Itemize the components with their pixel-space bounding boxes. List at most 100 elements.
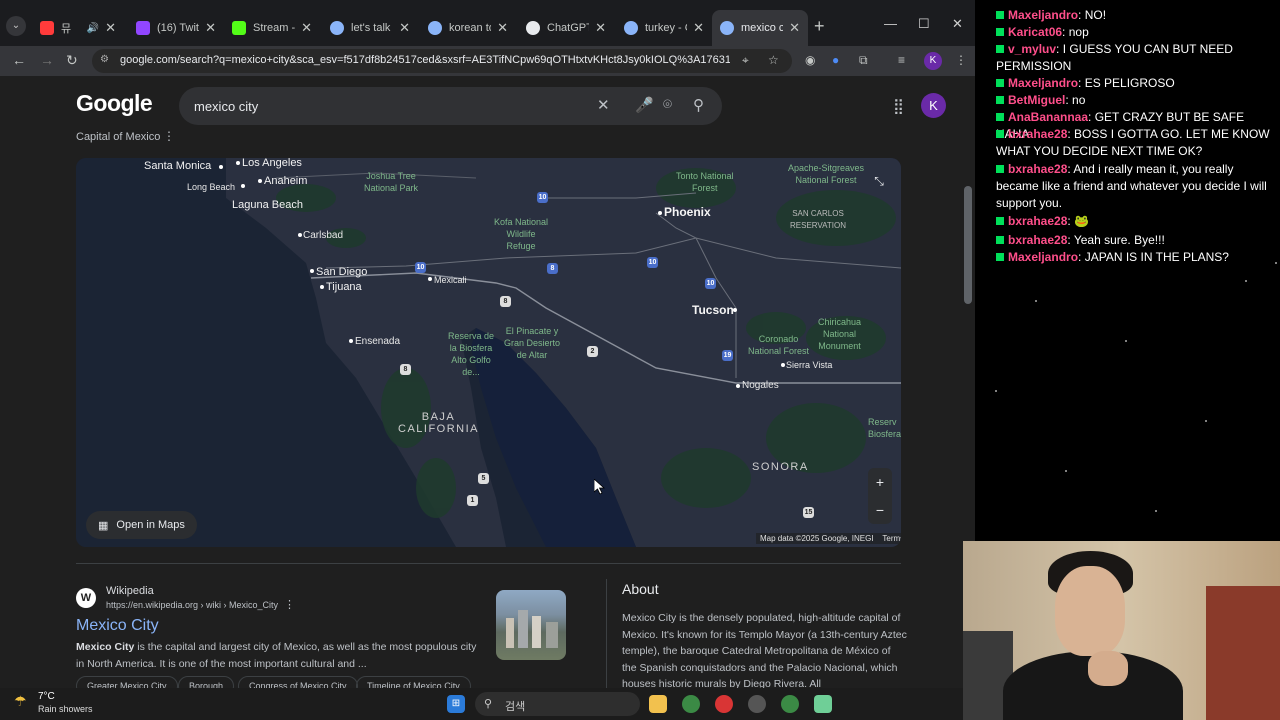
menu-icon[interactable]: ⋮ bbox=[955, 53, 967, 67]
chip[interactable]: Timeline of Mexico City bbox=[356, 676, 471, 688]
chat-username[interactable]: Maxeljandro bbox=[1008, 8, 1078, 22]
tab-google-1[interactable]: let's talk in ✕ bbox=[322, 10, 418, 46]
chat-message: bxrahae28: And i really mean it, you rea… bbox=[996, 162, 1267, 210]
speaker-icon[interactable]: 🔊 bbox=[87, 23, 99, 34]
site-info-icon[interactable]: ⚙ bbox=[100, 54, 112, 66]
extension-icon[interactable]: ● bbox=[832, 53, 839, 67]
open-in-maps-button[interactable]: ▦ Open in Maps bbox=[86, 511, 197, 539]
zoom-out-button[interactable]: − bbox=[868, 496, 892, 524]
camera-icon[interactable]: ◉ bbox=[805, 53, 815, 67]
start-icon[interactable]: ⊞ bbox=[447, 695, 465, 713]
building-shape bbox=[546, 622, 558, 648]
chat-message: Maxeljandro: NO! bbox=[996, 7, 1274, 24]
result-title-link[interactable]: Mexico City bbox=[76, 617, 159, 635]
bookmark-star-icon[interactable]: ☆ bbox=[768, 53, 779, 67]
result-url: https://en.wikipedia.org › wiki › Mexico… bbox=[106, 600, 279, 610]
map-label-mexicali: Mexicali bbox=[434, 275, 467, 285]
star bbox=[1275, 262, 1277, 264]
chip[interactable]: Greater Mexico City bbox=[76, 676, 178, 688]
forward-button[interactable]: → bbox=[40, 52, 54, 68]
page-scrollbar[interactable] bbox=[964, 186, 972, 304]
new-tab-button[interactable]: + bbox=[814, 16, 825, 37]
maximize-button[interactable]: ☐ bbox=[918, 16, 930, 32]
result-thumbnail[interactable] bbox=[496, 590, 566, 660]
obs-icon[interactable] bbox=[748, 695, 766, 713]
streamer-hand bbox=[1088, 651, 1128, 686]
tab-title: ChatGPT bbox=[547, 22, 590, 34]
reload-button[interactable]: ↻ bbox=[66, 52, 78, 69]
address-bar[interactable]: ⚙ google.com/search?q=mexico+city&sca_es… bbox=[92, 49, 792, 73]
expand-map-icon[interactable]: ⤡ bbox=[868, 170, 890, 192]
kick-badge-icon bbox=[996, 217, 1004, 225]
tab-search-icon[interactable]: ⌄ bbox=[6, 16, 26, 36]
mic-icon[interactable]: 🎤 bbox=[635, 96, 654, 114]
clear-icon[interactable]: ✕ bbox=[597, 96, 610, 114]
chat-username[interactable]: bxrahae28 bbox=[1008, 214, 1067, 228]
close-icon[interactable]: ✕ bbox=[301, 20, 312, 36]
chat-username[interactable]: AnaBanannaa bbox=[1008, 110, 1088, 124]
minimize-button[interactable]: — bbox=[884, 16, 897, 31]
result-more-icon[interactable]: ⋮ bbox=[284, 598, 295, 611]
map-label-santa-monica: Santa Monica bbox=[144, 160, 212, 172]
puzzle-icon[interactable]: ⧉ bbox=[859, 53, 868, 68]
map-dot bbox=[320, 285, 324, 289]
map-label-sierra-vista: Sierra Vista bbox=[786, 360, 833, 370]
chip[interactable]: Congress of Mexico City bbox=[238, 676, 358, 688]
chat-username[interactable]: v_myluv bbox=[1008, 42, 1056, 56]
tab-active-mexico[interactable]: mexico cit ✕ bbox=[712, 10, 808, 46]
location-icon[interactable]: ⌖ bbox=[742, 53, 749, 68]
zoom-in-button[interactable]: + bbox=[868, 468, 892, 496]
chat-username[interactable]: bxrahae28 bbox=[1008, 162, 1067, 176]
lens-icon[interactable]: ⌾ bbox=[663, 96, 672, 113]
tab-chatgpt[interactable]: ChatGPT ✕ bbox=[518, 10, 614, 46]
chat-message: v_myluv: I GUESS YOU CAN BUT NEED PERMIS… bbox=[996, 42, 1233, 73]
taskbar-search[interactable]: ⚲ 검색 bbox=[475, 692, 640, 716]
tab-google-2[interactable]: korean to ✕ bbox=[420, 10, 516, 46]
highway-shield: 5 bbox=[478, 473, 489, 484]
map-label-laguna-beach: Laguna Beach bbox=[232, 199, 303, 211]
close-icon[interactable]: ✕ bbox=[399, 20, 410, 36]
profile-avatar[interactable]: K bbox=[924, 52, 942, 70]
close-window-button[interactable]: ✕ bbox=[952, 16, 963, 32]
search-input[interactable]: mexico city ✕ 🎤 ⌾ ⚲ bbox=[179, 87, 722, 125]
chat-username[interactable]: Maxeljandro bbox=[1008, 76, 1078, 90]
creative-cloud-icon[interactable] bbox=[715, 695, 733, 713]
close-icon[interactable]: ✕ bbox=[789, 20, 800, 36]
close-icon[interactable]: ✕ bbox=[105, 20, 116, 36]
chrome-icon[interactable] bbox=[682, 695, 700, 713]
more-options-icon[interactable]: ⋮ bbox=[163, 129, 175, 143]
close-icon[interactable]: ✕ bbox=[205, 20, 216, 36]
map-label-tucson: Tucson bbox=[692, 303, 734, 317]
chat-username[interactable]: Karicat06 bbox=[1008, 25, 1062, 39]
search-icon[interactable]: ⚲ bbox=[693, 96, 704, 114]
chat-username[interactable]: Maxeljandro bbox=[1008, 250, 1078, 264]
highway-shield: 10 bbox=[705, 278, 716, 289]
google-logo[interactable]: Google bbox=[76, 90, 153, 117]
terms-link[interactable]: Terms bbox=[882, 534, 901, 543]
chat-username[interactable]: bxrahae28 bbox=[1008, 127, 1067, 141]
tab-kick[interactable]: Stream - K ✕ bbox=[224, 10, 320, 46]
weather-icon[interactable]: ☂ bbox=[14, 693, 27, 710]
notepad-icon[interactable] bbox=[814, 695, 832, 713]
media-icon[interactable]: ≡ bbox=[898, 53, 905, 67]
account-avatar[interactable]: K bbox=[921, 93, 946, 118]
weather-description[interactable]: Rain showers bbox=[38, 704, 93, 714]
chat-username[interactable]: BetMiguel bbox=[1008, 93, 1065, 107]
chat-message: BetMiguel: no bbox=[996, 92, 1274, 109]
close-icon[interactable]: ✕ bbox=[693, 20, 704, 36]
back-button[interactable]: ← bbox=[12, 52, 26, 68]
close-icon[interactable]: ✕ bbox=[595, 20, 606, 36]
map-label-los-angeles: Los Angeles bbox=[242, 158, 302, 169]
chat-username[interactable]: bxrahae28 bbox=[1008, 233, 1067, 247]
chip[interactable]: Borough bbox=[178, 676, 235, 688]
file-explorer-icon[interactable] bbox=[649, 695, 667, 713]
apps-grid-icon[interactable]: ⣿ bbox=[893, 97, 904, 115]
chrome-icon-2[interactable] bbox=[781, 695, 799, 713]
map-view[interactable]: Santa Monica Los Angeles Long Beach Anah… bbox=[76, 158, 901, 547]
map-label-coronado: Coronado National Forest bbox=[748, 334, 810, 356]
tab-twitch[interactable]: (16) Twitch ✕ bbox=[128, 10, 224, 46]
tab-youtube[interactable]: 뮤 🔊 ✕ bbox=[32, 10, 124, 46]
tab-google-3[interactable]: turkey - G ✕ bbox=[616, 10, 712, 46]
weather-temperature[interactable]: 7°C bbox=[38, 691, 55, 702]
close-icon[interactable]: ✕ bbox=[497, 20, 508, 36]
